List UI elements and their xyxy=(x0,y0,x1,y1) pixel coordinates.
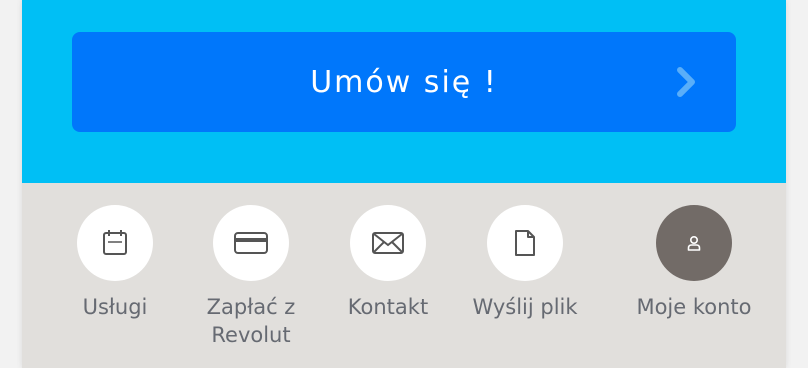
nav-item-contact[interactable]: Kontakt xyxy=(320,205,456,321)
services-icon-circle[interactable] xyxy=(77,205,153,281)
chevron-right-icon xyxy=(677,67,695,97)
nav-item-account[interactable]: Moje konto xyxy=(626,205,762,321)
calendar-icon xyxy=(103,230,127,255)
nav-label-revolut: Zapłać z Revolut xyxy=(206,295,296,347)
nav-label-services: Usługi xyxy=(82,295,148,319)
book-appointment-button[interactable]: Umów się ! xyxy=(72,32,736,132)
nav-item-services[interactable]: Usługi xyxy=(47,205,183,321)
book-appointment-label: Umów się ! xyxy=(310,64,498,100)
top-banner: Umów się ! xyxy=(22,0,786,183)
bottom-navigation: Usługi Zapłać z Revolut Kontakt Wyślij p… xyxy=(22,183,786,368)
file-icon xyxy=(515,230,535,256)
nav-item-upload[interactable]: Wyślij plik xyxy=(457,205,593,321)
nav-item-revolut[interactable]: Zapłać z Revolut xyxy=(183,205,319,349)
envelope-icon xyxy=(372,232,404,254)
contact-icon-circle[interactable] xyxy=(350,205,426,281)
upload-icon-circle[interactable] xyxy=(487,205,563,281)
revolut-icon-circle[interactable] xyxy=(213,205,289,281)
app-frame: Umów się ! Usługi Zapłać z Revolut Konta… xyxy=(22,0,786,368)
user-icon xyxy=(687,235,701,251)
nav-label-account: Moje konto xyxy=(636,295,752,319)
account-icon-circle[interactable] xyxy=(656,205,732,281)
credit-card-icon xyxy=(234,232,268,254)
nav-label-contact: Kontakt xyxy=(347,295,429,319)
nav-label-upload: Wyślij plik xyxy=(472,295,578,319)
